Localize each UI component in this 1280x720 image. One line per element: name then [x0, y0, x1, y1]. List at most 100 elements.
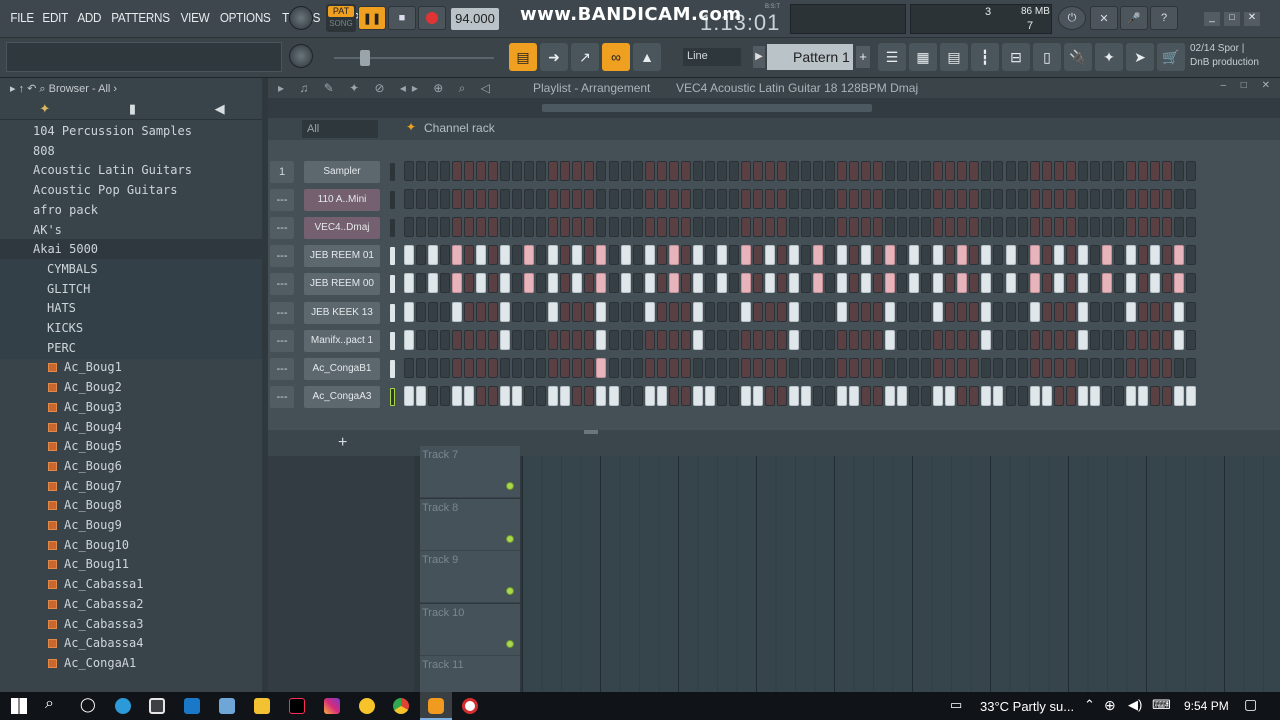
step-button[interactable] — [584, 189, 595, 210]
step-button[interactable] — [813, 189, 824, 210]
step-button[interactable] — [969, 357, 980, 378]
step-button[interactable] — [584, 329, 595, 350]
step-button[interactable] — [1017, 301, 1028, 322]
step-button[interactable] — [1089, 245, 1100, 266]
explorer-icon[interactable] — [254, 698, 270, 714]
step-button[interactable] — [1017, 245, 1028, 266]
step-button[interactable] — [1053, 301, 1064, 322]
step-button[interactable] — [1065, 301, 1076, 322]
step-button[interactable] — [416, 161, 427, 181]
browser-item[interactable]: Ac_Boug6 — [0, 456, 262, 477]
channel-select-led[interactable] — [390, 191, 395, 210]
clock[interactable]: 9:54 PM — [1184, 699, 1229, 713]
step-button[interactable] — [1005, 301, 1016, 322]
step-button[interactable] — [1185, 189, 1196, 210]
step-button[interactable] — [921, 329, 932, 350]
step-button[interactable] — [1185, 385, 1196, 406]
step-button[interactable] — [885, 217, 896, 238]
step-button[interactable] — [452, 245, 463, 266]
step-button[interactable] — [1137, 217, 1148, 238]
browser-item[interactable]: 808 — [0, 141, 262, 162]
step-button[interactable] — [1053, 245, 1064, 266]
step-button[interactable] — [993, 161, 1004, 181]
browser-item[interactable]: Ac_Cabassa1 — [0, 574, 262, 595]
step-button[interactable] — [440, 357, 451, 378]
step-button[interactable] — [1125, 161, 1136, 181]
step-button[interactable] — [752, 217, 763, 238]
step-button[interactable] — [464, 245, 475, 266]
step-button[interactable] — [1029, 273, 1040, 294]
step-button[interactable] — [776, 217, 787, 238]
step-button[interactable] — [560, 301, 571, 322]
step-button[interactable] — [849, 357, 860, 378]
step-button[interactable] — [404, 329, 414, 350]
step-button[interactable] — [644, 273, 655, 294]
browser-item[interactable]: Ac_Boug2 — [0, 377, 262, 398]
store-icon[interactable] — [149, 698, 165, 714]
step-button[interactable] — [993, 385, 1004, 406]
step-button[interactable] — [969, 301, 980, 322]
step-button[interactable] — [969, 189, 980, 210]
step-button[interactable] — [416, 245, 427, 266]
step-button[interactable] — [885, 161, 896, 181]
channel-select-led[interactable] — [390, 219, 395, 238]
step-button[interactable] — [740, 273, 751, 294]
step-button[interactable] — [716, 385, 727, 406]
step-button[interactable] — [704, 357, 715, 378]
step-button[interactable] — [1101, 161, 1112, 181]
step-button[interactable] — [1125, 217, 1136, 238]
step-button[interactable] — [957, 189, 968, 210]
step-button[interactable] — [692, 189, 703, 210]
step-button[interactable] — [813, 161, 824, 181]
step-button[interactable] — [969, 245, 980, 266]
step-button[interactable] — [1041, 189, 1052, 210]
step-button[interactable] — [1005, 329, 1016, 350]
step-button[interactable] — [969, 273, 980, 294]
step-button[interactable] — [1005, 217, 1016, 238]
browser-item[interactable]: KICKS — [0, 318, 262, 339]
step-button[interactable] — [1077, 245, 1088, 266]
step-button[interactable] — [1077, 161, 1088, 181]
step-button[interactable] — [752, 357, 763, 378]
step-button[interactable] — [680, 273, 691, 294]
step-button[interactable] — [572, 273, 583, 294]
channel-name-button[interactable]: Ac_CongaA3 — [304, 385, 380, 408]
volume-icon[interactable]: ◀) — [1128, 697, 1142, 713]
step-button[interactable] — [813, 301, 824, 322]
step-button[interactable] — [957, 385, 968, 406]
step-button[interactable] — [897, 245, 908, 266]
step-button[interactable] — [813, 385, 824, 406]
step-button[interactable] — [428, 189, 439, 210]
step-button[interactable] — [993, 217, 1004, 238]
step-button[interactable] — [692, 385, 703, 406]
step-button[interactable] — [476, 217, 487, 238]
norton-icon[interactable] — [359, 698, 375, 714]
step-button[interactable] — [861, 301, 872, 322]
step-button[interactable] — [632, 385, 643, 406]
step-button[interactable] — [536, 189, 547, 210]
step-button[interactable] — [680, 217, 691, 238]
step-button[interactable] — [704, 385, 715, 406]
record-curve-icon[interactable]: ↗ — [571, 43, 599, 71]
step-button[interactable] — [1101, 217, 1112, 238]
step-button[interactable] — [596, 357, 607, 378]
step-button[interactable] — [957, 329, 968, 350]
step-button[interactable] — [909, 357, 920, 378]
step-button[interactable] — [957, 301, 968, 322]
step-button[interactable] — [704, 273, 715, 294]
step-button[interactable] — [452, 301, 463, 322]
step-button[interactable] — [608, 245, 619, 266]
step-button[interactable] — [548, 329, 559, 350]
step-button[interactable] — [728, 329, 739, 350]
step-button[interactable] — [548, 385, 559, 406]
step-button[interactable] — [512, 217, 523, 238]
channel-mixer-track[interactable]: 1 — [270, 161, 294, 183]
step-button[interactable] — [404, 245, 414, 266]
browser-item[interactable]: Ac_Boug5 — [0, 436, 262, 457]
step-button[interactable] — [933, 161, 944, 181]
step-button[interactable] — [813, 357, 824, 378]
step-button[interactable] — [680, 357, 691, 378]
step-button[interactable] — [885, 273, 896, 294]
channel-mixer-track[interactable]: --- — [270, 273, 294, 296]
step-button[interactable] — [981, 189, 992, 210]
